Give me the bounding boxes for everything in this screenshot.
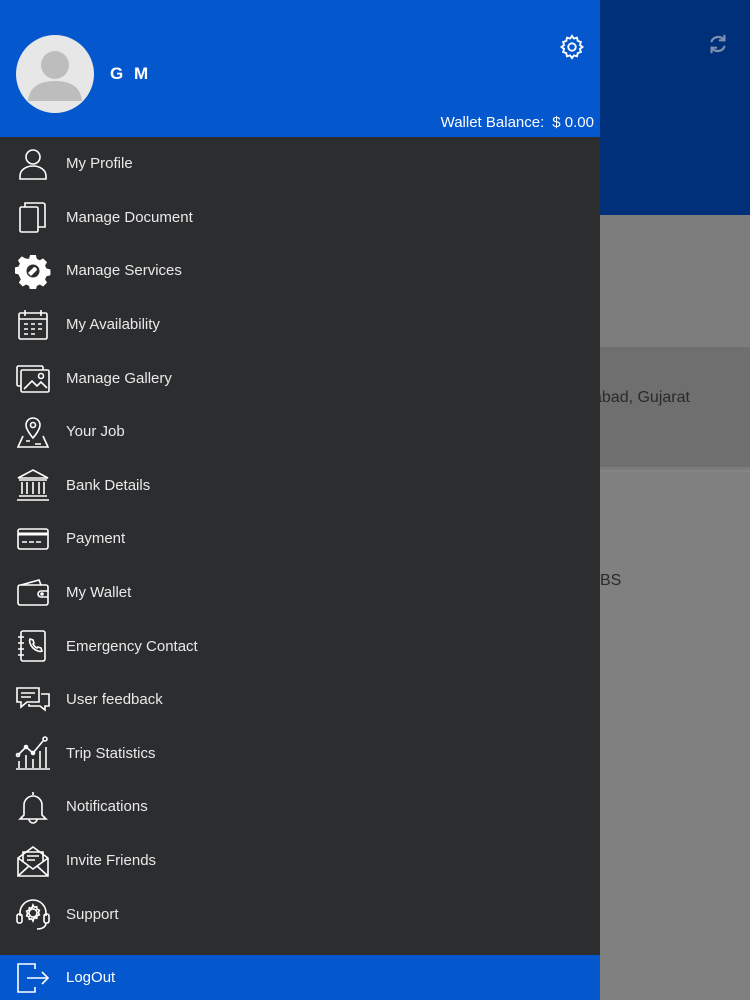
menu-item-emergency-contact[interactable]: Emergency Contact [0,619,600,673]
menu-label: User feedback [66,691,163,709]
menu-label: My Profile [66,155,133,173]
menu-item-manage-gallery[interactable]: Manage Gallery [0,351,600,405]
wallet-balance: Wallet Balance: $ 0.00 [441,114,594,131]
avatar-placeholder-icon [28,51,82,101]
menu-label: Manage Document [66,208,193,226]
menu-item-manage-services[interactable]: Manage Services [0,244,600,298]
menu-item-support[interactable]: Support [0,887,600,941]
menu-label: Your Job [66,423,125,441]
menu-item-manage-document[interactable]: Manage Document [0,191,600,245]
background-partial-text: BS [600,572,622,589]
menu-label: Support [66,905,119,923]
menu-item-notifications[interactable]: Notifications [0,780,600,834]
menu-label: Manage Gallery [66,369,172,387]
wallet-icon [17,578,49,606]
chart-icon [15,736,50,771]
menu-item-payment[interactable]: Payment [0,512,600,566]
credit-card-icon [17,528,49,550]
menu-item-trip-statistics[interactable]: Trip Statistics [0,727,600,781]
wallet-balance-amount: $ 0.00 [552,114,594,131]
background-location-card [600,347,750,467]
menu-item-your-job[interactable]: Your Job [0,405,600,459]
wallet-balance-label: Wallet Balance: [440,114,545,131]
services-gear-icon [15,254,51,289]
menu-item-user-feedback[interactable]: User feedback [0,673,600,727]
menu-label: Manage Services [66,262,182,280]
user-name: G M [110,64,152,83]
settings-gear-icon[interactable] [558,33,586,61]
menu-item-my-wallet[interactable]: My Wallet [0,566,600,620]
background-detail-card [600,470,750,1000]
user-icon [19,148,47,180]
drawer-menu: My Profile Manage Document Manage Servic… [0,137,600,941]
chat-bubbles-icon [16,686,50,712]
menu-label: Payment [66,530,126,548]
bank-icon [17,469,49,502]
menu-label: Notifications [66,798,148,816]
gallery-icon [16,365,50,393]
avatar[interactable] [16,35,94,113]
headset-icon [16,899,50,930]
menu-item-bank-details[interactable]: Bank Details [0,459,600,513]
calendar-icon [18,309,48,340]
map-pin-icon [16,416,50,448]
menu-label: Bank Details [66,476,151,494]
menu-label: My Wallet [66,584,132,602]
menu-item-my-profile[interactable]: My Profile [0,137,600,191]
phone-book-icon [18,630,46,662]
document-icon [19,202,46,234]
drawer-header: G M Wallet Balance: $ 0.00 [0,0,600,137]
logout-button[interactable]: LogOut [0,955,600,1000]
menu-label: Trip Statistics [66,744,156,762]
logout-label: LogOut [66,969,116,986]
refresh-icon[interactable] [707,33,729,55]
logout-icon [17,962,50,993]
envelope-icon [17,845,49,877]
bell-icon [18,791,48,824]
background-location-text: abad, Gujarat [593,389,690,406]
menu-item-my-availability[interactable]: My Availability [0,298,600,352]
navigation-drawer: G M Wallet Balance: $ 0.00 My Profile Man… [0,0,600,1000]
menu-label: Invite Friends [66,852,157,870]
menu-label: My Availability [66,316,160,334]
menu-label: Emergency Contact [66,637,198,655]
menu-item-invite-friends[interactable]: Invite Friends [0,834,600,888]
